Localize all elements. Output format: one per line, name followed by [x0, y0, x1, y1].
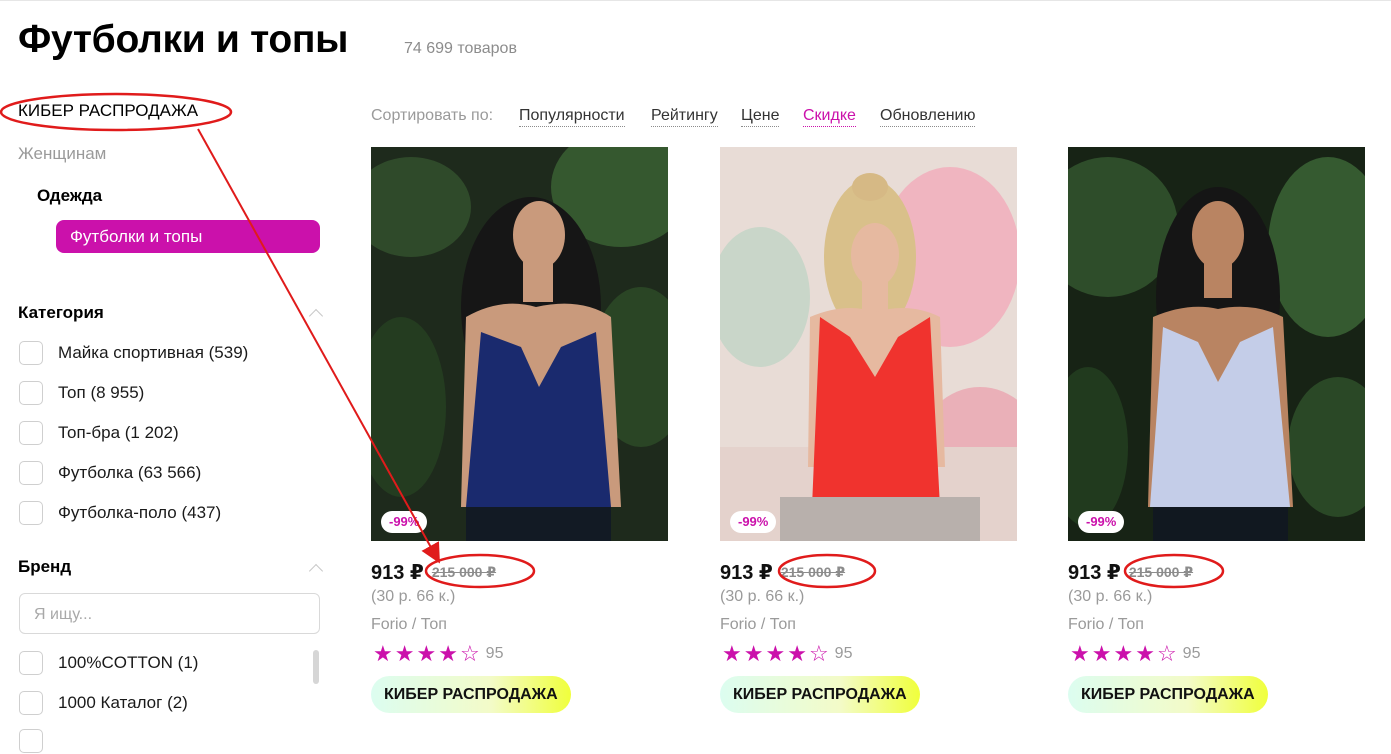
- checkbox[interactable]: [19, 461, 43, 485]
- rating: ★ ★ ★ ★ ☆ 95: [722, 643, 852, 665]
- filter-scrollbar[interactable]: [313, 650, 319, 684]
- product-card[interactable]: -99% 913 ₽ 215 000 ₽ (30 р. 66 к.) Forio …: [1068, 147, 1365, 713]
- star-filled-icon: ★: [394, 641, 415, 666]
- checkbox-label: Топ (8 955): [58, 383, 145, 402]
- price: 913 ₽: [371, 562, 424, 584]
- review-count: 95: [485, 645, 504, 662]
- filter-category-title: Категория: [18, 303, 104, 322]
- chevron-up-icon[interactable]: [308, 308, 324, 324]
- sort-option-updated[interactable]: Обновлению: [880, 107, 976, 127]
- star-filled-icon: ★: [1091, 641, 1112, 666]
- star-filled-icon: ★: [438, 641, 458, 666]
- star-filled-icon: ★: [416, 641, 437, 666]
- product-brand[interactable]: Forio / Топ: [371, 616, 447, 634]
- product-photo[interactable]: -99%: [720, 147, 1017, 541]
- product-brand[interactable]: Forio / Топ: [720, 616, 796, 634]
- sort-option-discount[interactable]: Скидке: [803, 107, 856, 127]
- price: 913 ₽: [720, 562, 773, 584]
- product-count: 74 699 товаров: [404, 40, 517, 57]
- filter-checkbox-row[interactable]: [19, 728, 43, 754]
- rating: ★ ★ ★ ★ ☆ 95: [373, 643, 503, 665]
- filter-checkbox-row[interactable]: Топ (8 955): [19, 380, 144, 406]
- rating: ★ ★ ★ ★ ☆ 95: [1070, 643, 1200, 665]
- filter-checkbox-row[interactable]: 1000 Каталог (2): [19, 690, 188, 716]
- star-empty-icon: ☆: [459, 641, 480, 666]
- top-border: [0, 0, 1391, 1]
- old-price: 215 000 ₽: [431, 564, 497, 580]
- product-brand[interactable]: Forio / Топ: [1068, 616, 1144, 634]
- star-filled-icon: ★: [743, 641, 764, 666]
- checkbox-label: Майка спортивная (539): [58, 343, 249, 362]
- discount-badge: -99%: [381, 511, 428, 533]
- star-filled-icon: ★: [1113, 641, 1134, 666]
- old-price: 215 000 ₽: [780, 564, 846, 580]
- promo-badge: КИБЕР РАСПРОДАЖА: [371, 676, 571, 713]
- filter-brand-title: Бренд: [18, 557, 72, 576]
- product-card[interactable]: -99% 913 ₽ 215 000 ₽ (30 р. 66 к.) Forio …: [371, 147, 668, 713]
- product-photo[interactable]: -99%: [371, 147, 668, 541]
- product-card[interactable]: -99% 913 ₽ 215 000 ₽ (30 р. 66 к.) Forio …: [720, 147, 1017, 713]
- star-filled-icon: ★: [765, 641, 786, 666]
- star-empty-icon: ☆: [808, 641, 829, 666]
- checkbox[interactable]: [19, 501, 43, 525]
- checkbox[interactable]: [19, 691, 43, 715]
- checkbox-label: 100%COTTON (1): [58, 653, 199, 672]
- star-filled-icon: ★: [373, 641, 393, 666]
- checkbox-label: Футболка (63 566): [58, 463, 202, 482]
- checkbox[interactable]: [19, 651, 43, 675]
- sort-option-popularity[interactable]: Популярности: [519, 107, 625, 127]
- nav-section-cyber-sale[interactable]: КИБЕР РАСПРОДАЖА: [18, 101, 198, 121]
- star-filled-icon: ★: [787, 641, 807, 666]
- filter-checkbox-row[interactable]: 100%COTTON (1): [19, 650, 198, 676]
- discount-badge: -99%: [730, 511, 777, 533]
- price-row: 913 ₽ 215 000 ₽: [371, 560, 496, 585]
- promo-badge: КИБЕР РАСПРОДАЖА: [720, 676, 920, 713]
- filter-checkbox-row[interactable]: Футболка (63 566): [19, 460, 201, 486]
- promo-badge: КИБЕР РАСПРОДАЖА: [1068, 676, 1268, 713]
- discount-badge: -99%: [1078, 511, 1125, 533]
- chevron-up-icon[interactable]: [308, 563, 324, 579]
- checkbox[interactable]: [19, 381, 43, 405]
- sort-option-price[interactable]: Цене: [741, 107, 780, 127]
- checkbox-label: 1000 Каталог (2): [58, 693, 188, 712]
- page-title: Футболки и топы: [18, 18, 349, 61]
- sort-label: Сортировать по:: [371, 107, 494, 124]
- brand-search-input[interactable]: [32, 594, 306, 635]
- filter-checkbox-row[interactable]: Майка спортивная (539): [19, 340, 248, 366]
- filter-checkbox-row[interactable]: Топ-бра (1 202): [19, 420, 179, 446]
- checkbox-label: Футболка-поло (437): [58, 503, 222, 522]
- price-row: 913 ₽ 215 000 ₽: [1068, 560, 1193, 585]
- nav-clothes[interactable]: Одежда: [37, 186, 102, 206]
- price-note: (30 р. 66 к.): [1068, 588, 1153, 605]
- review-count: 95: [1182, 645, 1201, 662]
- filter-checkbox-row[interactable]: Футболка-поло (437): [19, 500, 221, 526]
- star-filled-icon: ★: [1135, 641, 1155, 666]
- nav-active-tshirts-tops[interactable]: Футболки и топы: [56, 220, 320, 253]
- checkbox[interactable]: [19, 341, 43, 365]
- star-empty-icon: ☆: [1156, 641, 1177, 666]
- checkbox[interactable]: [19, 421, 43, 445]
- price: 913 ₽: [1068, 562, 1121, 584]
- review-count: 95: [834, 645, 853, 662]
- price-row: 913 ₽ 215 000 ₽: [720, 560, 845, 585]
- checkbox[interactable]: [19, 729, 43, 753]
- sort-option-rating[interactable]: Рейтингу: [651, 107, 718, 127]
- price-note: (30 р. 66 к.): [371, 588, 456, 605]
- old-price: 215 000 ₽: [1128, 564, 1194, 580]
- star-filled-icon: ★: [722, 641, 742, 666]
- price-note: (30 р. 66 к.): [720, 588, 805, 605]
- nav-women[interactable]: Женщинам: [18, 144, 106, 164]
- brand-search-field[interactable]: [19, 593, 320, 635]
- star-filled-icon: ★: [1070, 641, 1090, 666]
- checkbox-label: Топ-бра (1 202): [58, 423, 179, 442]
- product-photo[interactable]: -99%: [1068, 147, 1365, 541]
